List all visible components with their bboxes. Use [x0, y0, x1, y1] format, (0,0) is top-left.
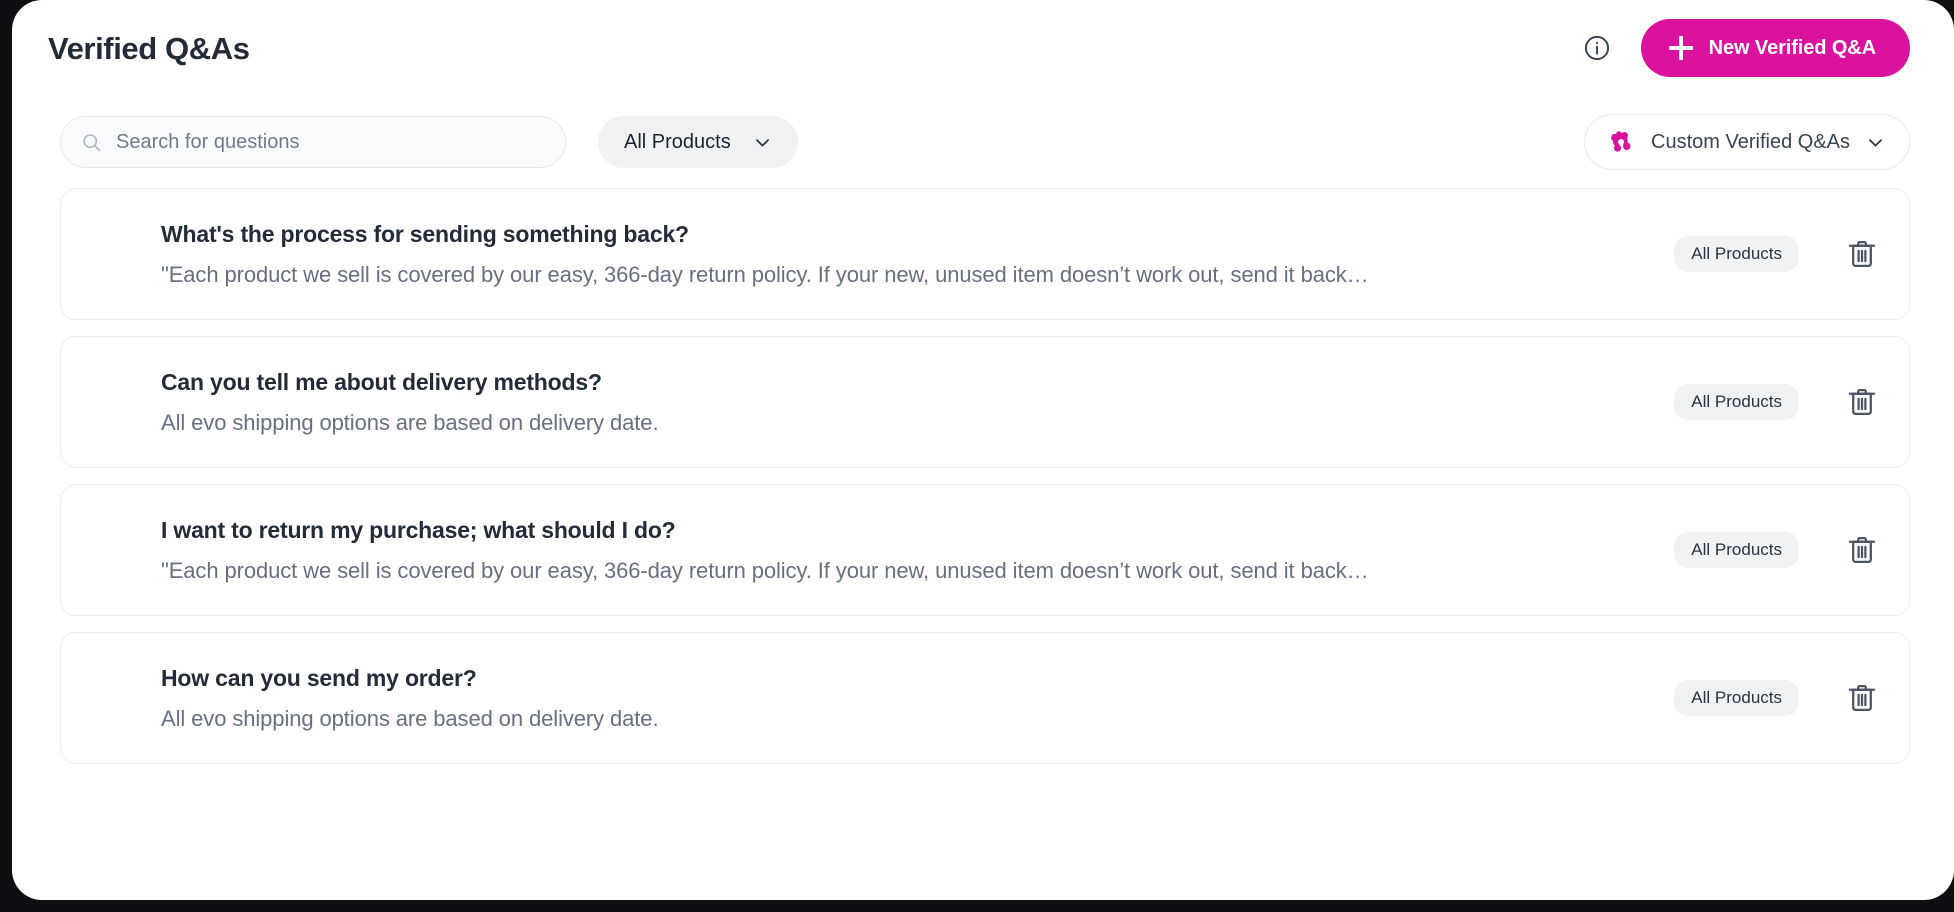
new-verified-qa-label: New Verified Q&A — [1708, 36, 1876, 59]
delete-button[interactable] — [1845, 385, 1879, 419]
table-row[interactable]: I want to return my purchase; what shoul… — [60, 484, 1910, 616]
page-title: Verified Q&As — [48, 30, 250, 66]
status-badge: All Products — [1674, 680, 1799, 716]
search-input[interactable] — [116, 130, 545, 154]
qa-question: How can you send my order? — [161, 664, 477, 691]
qa-content: What's the process for sending something… — [161, 221, 1674, 288]
brand-clover-icon — [1607, 128, 1635, 156]
table-row[interactable]: Can you tell me about delivery methods? … — [60, 336, 1910, 468]
qa-question: Can you tell me about delivery methods? — [161, 368, 602, 395]
status-badge: All Products — [1674, 384, 1799, 420]
delete-button[interactable] — [1845, 533, 1879, 567]
qa-answer: "Each product we sell is covered by our … — [161, 261, 1369, 287]
source-filter-dropdown[interactable]: Custom Verified Q&As — [1584, 114, 1910, 170]
qa-answer: "Each product we sell is covered by our … — [161, 557, 1369, 583]
delete-button[interactable] — [1845, 237, 1879, 271]
qa-question: What's the process for sending something… — [161, 220, 689, 247]
qa-content: Can you tell me about delivery methods? … — [161, 369, 1674, 436]
products-filter-label: All Products — [624, 130, 731, 153]
qa-answer: All evo shipping options are based on de… — [161, 705, 659, 731]
qa-content: How can you send my order? All evo shipp… — [161, 665, 1674, 732]
filters-toolbar: All Products Custom Verified Q&As — [12, 106, 1954, 178]
qa-question: I want to return my purchase; what shoul… — [161, 516, 676, 543]
page-container: Verified Q&As New Verified Q&A Search fo… — [12, 0, 1954, 900]
info-circle-icon[interactable] — [1583, 34, 1611, 62]
header-actions: New Verified Q&A — [1583, 19, 1910, 77]
status-badge: All Products — [1674, 532, 1799, 568]
qa-answer: All evo shipping options are based on de… — [161, 409, 659, 435]
table-row[interactable]: How can you send my order? All evo shipp… — [60, 632, 1910, 764]
delete-button[interactable] — [1845, 681, 1879, 715]
source-filter-label: Custom Verified Q&As — [1651, 130, 1850, 153]
chevron-down-icon — [753, 133, 772, 152]
qa-content: I want to return my purchase; what shoul… — [161, 517, 1674, 584]
chevron-down-icon — [1866, 133, 1885, 152]
new-verified-qa-button[interactable]: New Verified Q&A — [1640, 19, 1910, 77]
plus-icon — [1668, 36, 1693, 60]
search-icon — [81, 132, 102, 153]
search-box[interactable] — [60, 116, 566, 168]
verified-qa-list: What's the process for sending something… — [12, 178, 1954, 764]
products-filter-dropdown[interactable]: All Products — [598, 116, 798, 168]
page-header: Verified Q&As New Verified Q&A — [12, 0, 1954, 96]
table-row[interactable]: What's the process for sending something… — [60, 188, 1910, 320]
status-badge: All Products — [1674, 236, 1799, 272]
